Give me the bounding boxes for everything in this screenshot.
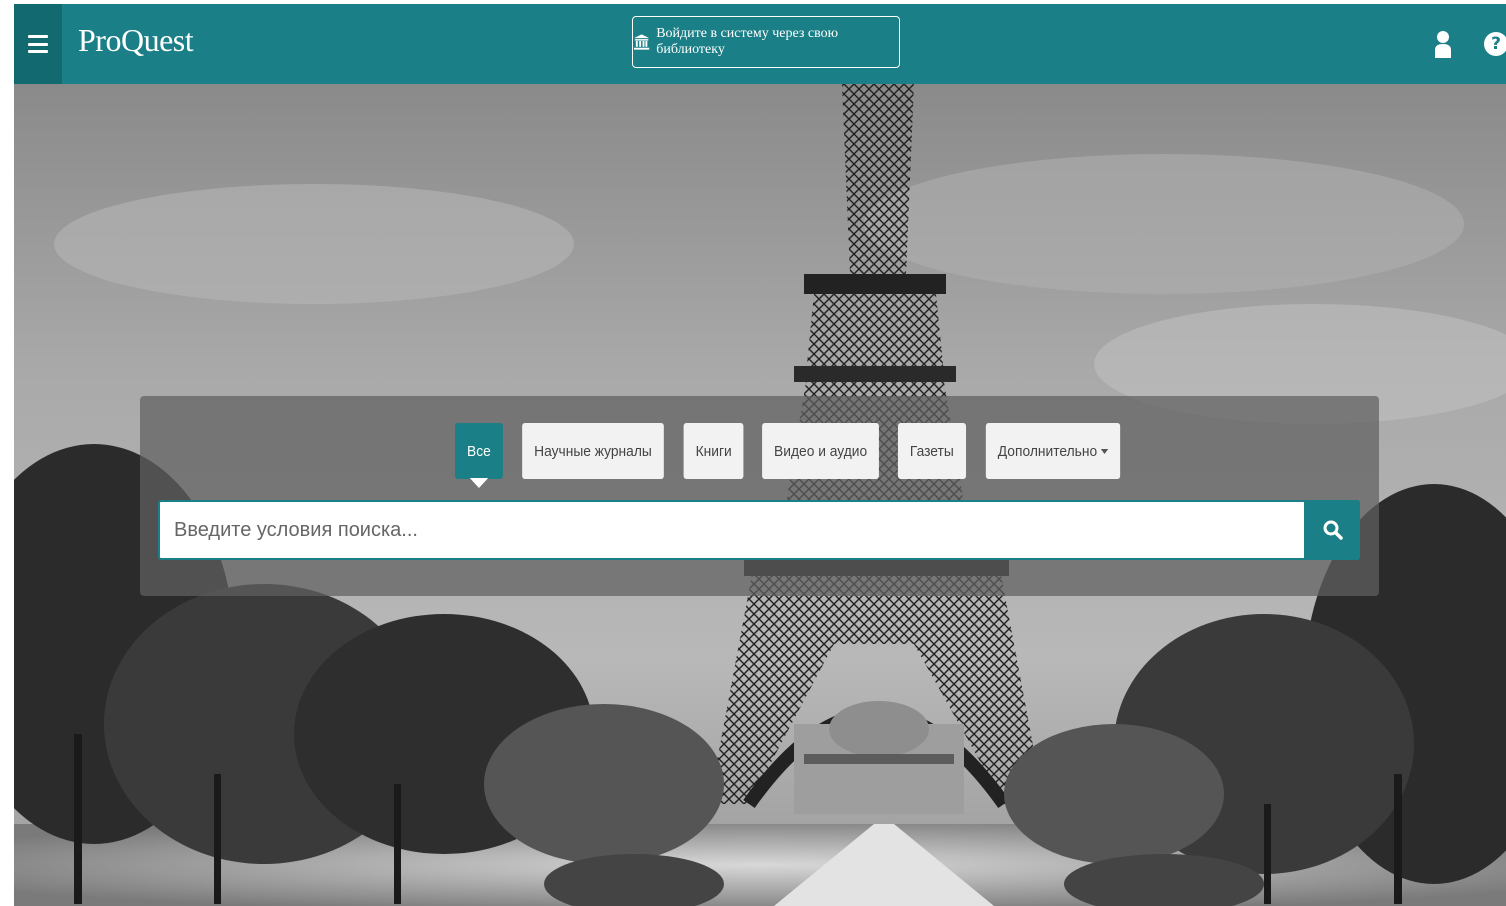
library-login-button[interactable]: Войдите в систему через свою библиотеку bbox=[632, 16, 900, 68]
tab-all[interactable]: Все bbox=[455, 423, 503, 479]
search-button[interactable] bbox=[1306, 500, 1360, 560]
tab-video-audio[interactable]: Видео и аудио bbox=[762, 423, 880, 479]
tab-newspapers[interactable]: Газеты bbox=[898, 423, 966, 479]
hamburger-menu-icon bbox=[28, 35, 48, 53]
proquest-logo[interactable]: ProQuest bbox=[78, 22, 194, 59]
menu-button[interactable] bbox=[14, 4, 62, 84]
search-tabs: Все Научные журналы Книги Видео и аудио … bbox=[453, 423, 1126, 479]
caret-down-icon bbox=[1100, 448, 1109, 454]
search-input[interactable] bbox=[158, 500, 1306, 560]
institution-icon bbox=[633, 34, 650, 50]
search-icon bbox=[1323, 520, 1343, 540]
tab-more-dropdown[interactable]: Дополнительно bbox=[985, 423, 1121, 479]
tab-label: Все bbox=[467, 442, 491, 460]
tab-scholarly-journals[interactable]: Научные журналы bbox=[522, 423, 664, 479]
tab-label: Дополнительно bbox=[997, 442, 1098, 460]
tab-label: Газеты bbox=[910, 442, 955, 460]
library-login-label: Войдите в систему через свою библиотеку bbox=[656, 26, 839, 57]
tab-label: Видео и аудио bbox=[774, 442, 868, 460]
search-panel: Все Научные журналы Книги Видео и аудио … bbox=[140, 396, 1379, 596]
tab-books[interactable]: Книги bbox=[683, 423, 744, 479]
user-icon[interactable] bbox=[1432, 30, 1454, 58]
help-icon[interactable]: ? bbox=[1484, 32, 1506, 56]
tab-label: Научные журналы bbox=[533, 442, 652, 460]
tab-label: Книги bbox=[695, 442, 732, 460]
top-navigation-bar: ProQuest Войдите в систему через свою би… bbox=[14, 4, 1506, 84]
app-frame: ProQuest Войдите в систему через свою би… bbox=[14, 4, 1506, 906]
